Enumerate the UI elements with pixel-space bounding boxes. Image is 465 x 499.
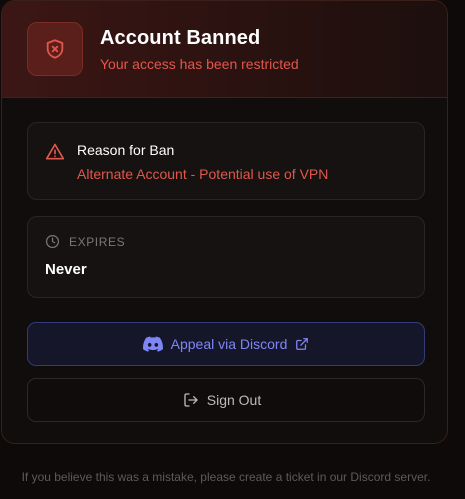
page-subtitle: Your access has been restricted	[100, 56, 299, 72]
reason-title: Reason for Ban	[77, 142, 175, 158]
sign-out-icon	[184, 393, 198, 407]
ban-header: Account Banned Your access has been rest…	[2, 1, 447, 98]
shield-x-icon	[27, 22, 83, 76]
warning-triangle-icon	[45, 142, 65, 162]
footer-note: If you believe this was a mistake, pleas…	[21, 470, 431, 484]
clock-icon	[45, 234, 60, 249]
expires-label: EXPIRES	[69, 235, 126, 249]
external-link-icon	[296, 338, 309, 350]
sign-out-button[interactable]: Sign Out	[27, 378, 425, 422]
expires-value: Never	[45, 261, 87, 278]
ban-card: Account Banned Your access has been rest…	[1, 0, 448, 444]
ban-expires-panel: EXPIRES Never	[27, 216, 425, 298]
discord-icon	[142, 336, 163, 352]
page-title: Account Banned	[100, 27, 261, 49]
appeal-discord-button[interactable]: Appeal via Discord	[27, 322, 425, 366]
ban-reason-panel: Reason for Ban Alternate Account - Poten…	[27, 122, 425, 200]
appeal-button-label: Appeal via Discord	[170, 336, 288, 352]
reason-value: Alternate Account - Potential use of VPN	[77, 166, 329, 182]
sign-out-button-label: Sign Out	[206, 392, 262, 408]
